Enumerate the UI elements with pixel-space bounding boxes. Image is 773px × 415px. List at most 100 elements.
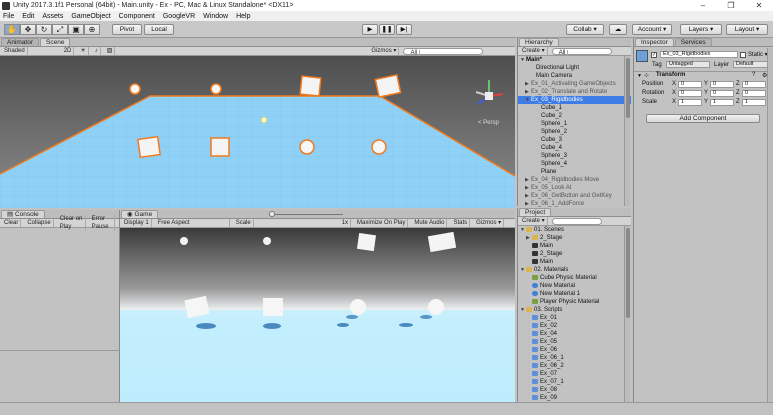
- hierarchy-search-input[interactable]: All: [551, 47, 612, 56]
- pivot-button[interactable]: Pivot: [112, 24, 142, 35]
- scene-search-input[interactable]: All: [403, 47, 484, 56]
- hierarchy-item[interactable]: ▼Main*: [518, 56, 631, 64]
- game-gizmos-dropdown[interactable]: Gizmos ▾: [474, 219, 505, 227]
- project-item[interactable]: ▶ 2_Stage: [518, 234, 631, 242]
- tab-animator[interactable]: Animator: [1, 38, 40, 46]
- error-pause-button[interactable]: Error Pause: [90, 215, 115, 231]
- rect-tool-icon[interactable]: ▣: [68, 24, 84, 35]
- scale-tool-icon[interactable]: ⤢: [52, 24, 68, 35]
- menu-help[interactable]: Help: [236, 13, 250, 20]
- project-item[interactable]: ▼ 03. Scripts: [518, 306, 631, 314]
- project-item[interactable]: Ex_09: [518, 394, 631, 402]
- hierarchy-item[interactable]: ▶ Ex_02_Translate and Rotate: [518, 88, 631, 96]
- project-item[interactable]: ▼ 01. Scenes: [518, 226, 631, 234]
- transform-z-field[interactable]: 0: [742, 81, 766, 88]
- transform-y-field[interactable]: 0: [710, 90, 734, 97]
- tag-dropdown[interactable]: Untagged: [666, 61, 710, 68]
- project-item[interactable]: Ex_05: [518, 338, 631, 346]
- tab-project[interactable]: Project: [519, 208, 552, 216]
- minimize-button[interactable]: –: [689, 0, 717, 11]
- menu-gameobject[interactable]: GameObject: [71, 13, 110, 20]
- add-component-button[interactable]: Add Component: [646, 114, 760, 123]
- play-button[interactable]: ▶: [362, 24, 378, 35]
- persp-label[interactable]: < Persp: [478, 120, 499, 126]
- cloud-button[interactable]: ☁: [609, 24, 627, 35]
- transform-x-field[interactable]: 1: [678, 99, 702, 106]
- audio-toggle-icon[interactable]: ♪: [93, 47, 101, 55]
- project-item[interactable]: Ex_01: [518, 314, 631, 322]
- clear-button[interactable]: Clear: [2, 219, 22, 227]
- hierarchy-scrollbar[interactable]: [624, 56, 630, 206]
- help-icon[interactable]: ?: [752, 72, 755, 78]
- hierarchy-item[interactable]: Sphere_1: [518, 120, 631, 128]
- hierarchy-item[interactable]: ▼Ex_03_Rigidbodies: [518, 96, 631, 104]
- cube-object[interactable]: [136, 135, 162, 159]
- project-scrollbar[interactable]: [624, 226, 630, 402]
- layer-dropdown[interactable]: Default: [733, 61, 771, 68]
- hierarchy-item[interactable]: Main Camera: [518, 72, 631, 80]
- transform-y-field[interactable]: 1: [710, 99, 734, 106]
- transform-x-field[interactable]: 0: [678, 90, 702, 97]
- object-name-field[interactable]: Ex_03_Rigidbodies: [660, 51, 738, 58]
- menu-assets[interactable]: Assets: [42, 13, 63, 20]
- sphere-object[interactable]: [299, 139, 315, 155]
- menu-window[interactable]: Window: [203, 13, 228, 20]
- project-scroll-thumb[interactable]: [626, 228, 630, 318]
- project-item[interactable]: New Material 1: [518, 290, 631, 298]
- rotate-tool-icon[interactable]: ↻: [36, 24, 52, 35]
- clear-on-play-button[interactable]: Clear on Play: [58, 215, 86, 231]
- maximize-button[interactable]: ❐: [717, 0, 745, 11]
- hierarchy-item[interactable]: Directional Light: [518, 64, 631, 72]
- project-item[interactable]: Main: [518, 242, 631, 250]
- project-item[interactable]: Ex_07_1: [518, 378, 631, 386]
- step-button[interactable]: ▶|: [396, 24, 412, 35]
- hierarchy-item[interactable]: ▶ Ex_01_Activating GameObjects: [518, 80, 631, 88]
- cube-object[interactable]: [374, 74, 402, 98]
- static-dropdown[interactable]: Static ▾: [748, 51, 768, 58]
- scale-slider-thumb[interactable]: [269, 211, 275, 217]
- shading-dropdown[interactable]: Shaded: [2, 47, 28, 55]
- project-item[interactable]: Ex_08: [518, 386, 631, 394]
- directional-light-icon[interactable]: [260, 116, 268, 124]
- close-button[interactable]: ✕: [745, 0, 773, 11]
- hierarchy-item[interactable]: Cube_4: [518, 144, 631, 152]
- cube-object[interactable]: [210, 137, 230, 157]
- project-item[interactable]: Ex_06_1: [518, 354, 631, 362]
- hierarchy-create-button[interactable]: Create ▾: [520, 47, 548, 55]
- active-checkbox[interactable]: ✓: [651, 52, 657, 58]
- hierarchy-item[interactable]: ▶ Ex_05_Look At: [518, 184, 631, 192]
- mute-audio-button[interactable]: Mute Audio: [412, 219, 448, 227]
- hierarchy-item[interactable]: Cube_2: [518, 112, 631, 120]
- hierarchy-item[interactable]: Plane: [518, 168, 631, 176]
- maximize-on-play-button[interactable]: Maximize On Play: [355, 219, 409, 227]
- layout-button[interactable]: Layout ▾: [726, 24, 768, 35]
- menu-edit[interactable]: Edit: [22, 13, 34, 20]
- project-item[interactable]: Main: [518, 258, 631, 266]
- scale-slider[interactable]: [269, 211, 343, 217]
- hierarchy-item[interactable]: ▶ Ex_06_GetButton and GetKey: [518, 192, 631, 200]
- hierarchy-item[interactable]: Sphere_3: [518, 152, 631, 160]
- 2d-toggle[interactable]: 2D: [62, 47, 75, 55]
- hierarchy-item[interactable]: Sphere_2: [518, 128, 631, 136]
- inspector-scrollbar[interactable]: [767, 48, 773, 403]
- layers-button[interactable]: Layers ▾: [680, 24, 722, 35]
- sphere-object[interactable]: [210, 83, 222, 95]
- transform-x-field[interactable]: 0: [678, 81, 702, 88]
- transform-z-field[interactable]: 0: [742, 90, 766, 97]
- sphere-object[interactable]: [129, 83, 141, 95]
- move-tool-icon[interactable]: ✥: [20, 24, 36, 35]
- pause-button[interactable]: ❚❚: [379, 24, 395, 35]
- hierarchy-item[interactable]: ▶ Ex_06_1_AddForce: [518, 200, 631, 208]
- transform-y-field[interactable]: 0: [710, 81, 734, 88]
- game-view[interactable]: [120, 228, 515, 402]
- tab-scene[interactable]: Scene: [40, 38, 71, 46]
- project-create-button[interactable]: Create ▾: [520, 217, 548, 225]
- project-search-input[interactable]: [551, 217, 602, 225]
- hierarchy-item[interactable]: ▶ Ex_04_Rigidbodies Move: [518, 176, 631, 184]
- project-item[interactable]: Cube Physic Material: [518, 274, 631, 282]
- local-button[interactable]: Local: [144, 24, 174, 35]
- stats-button[interactable]: Stats: [451, 219, 471, 227]
- scene-view[interactable]: < Persp: [0, 56, 515, 208]
- aspect-dropdown[interactable]: Free Aspect: [156, 219, 230, 227]
- menu-googlevr[interactable]: GoogleVR: [163, 13, 195, 20]
